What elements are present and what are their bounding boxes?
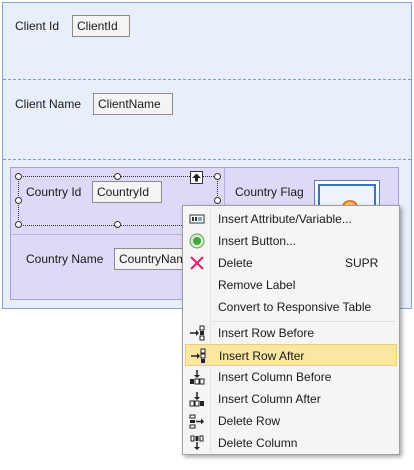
resize-handle[interactable] (15, 173, 22, 180)
resize-handle[interactable] (214, 173, 221, 180)
insert-column-after-icon (189, 392, 204, 407)
menu-item-remove-label[interactable]: Remove Label (185, 274, 397, 296)
client-id-label: Client Id (15, 19, 60, 33)
row-separator (3, 79, 411, 80)
row-separator (3, 159, 411, 160)
menu-item-delete-column[interactable]: Delete Column (185, 432, 397, 454)
menu-item-insert-attribute[interactable]: Insert Attribute/Variable... (185, 208, 397, 230)
button-icon (189, 233, 205, 249)
client-id-field[interactable]: ClientId (72, 15, 130, 37)
menu-item-insert-row-before[interactable]: Insert Row Before (185, 322, 397, 344)
delete-x-icon (190, 256, 204, 270)
menu-item-insert-button[interactable]: Insert Button... (185, 230, 397, 252)
client-name-label: Client Name (15, 97, 82, 111)
country-name-field[interactable]: CountryName (114, 248, 190, 270)
menu-item-delete[interactable]: Delete SUPR (185, 252, 397, 274)
country-name-label: Country Name (26, 252, 104, 266)
resize-handle[interactable] (15, 221, 22, 228)
select-parent-button[interactable] (190, 171, 203, 184)
menu-item-insert-row-after[interactable]: Insert Row After (185, 344, 397, 366)
resize-handle[interactable] (114, 173, 121, 180)
context-menu: Insert Attribute/Variable... Insert Butt… (182, 205, 400, 455)
menu-item-delete-row[interactable]: Delete Row (185, 410, 397, 432)
shortcut-label: SUPR (345, 256, 379, 270)
resize-handle[interactable] (114, 221, 121, 228)
client-name-field[interactable]: ClientName (93, 93, 173, 115)
menu-item-insert-column-after[interactable]: Insert Column After (185, 388, 397, 410)
menu-item-insert-column-before[interactable]: Insert Column Before (185, 366, 397, 388)
resize-handle[interactable] (15, 197, 22, 204)
menu-item-convert-responsive[interactable]: Convert to Responsive Table (185, 296, 397, 318)
insert-column-before-icon (190, 370, 205, 385)
delete-row-icon (189, 414, 204, 429)
insert-row-after-icon (191, 348, 206, 363)
arrow-up-icon (192, 173, 201, 182)
attribute-variable-icon (189, 214, 205, 224)
insert-row-before-icon (190, 325, 205, 341)
country-flag-label: Country Flag (235, 185, 304, 199)
delete-column-icon (190, 435, 204, 450)
resize-handle[interactable] (214, 197, 221, 204)
